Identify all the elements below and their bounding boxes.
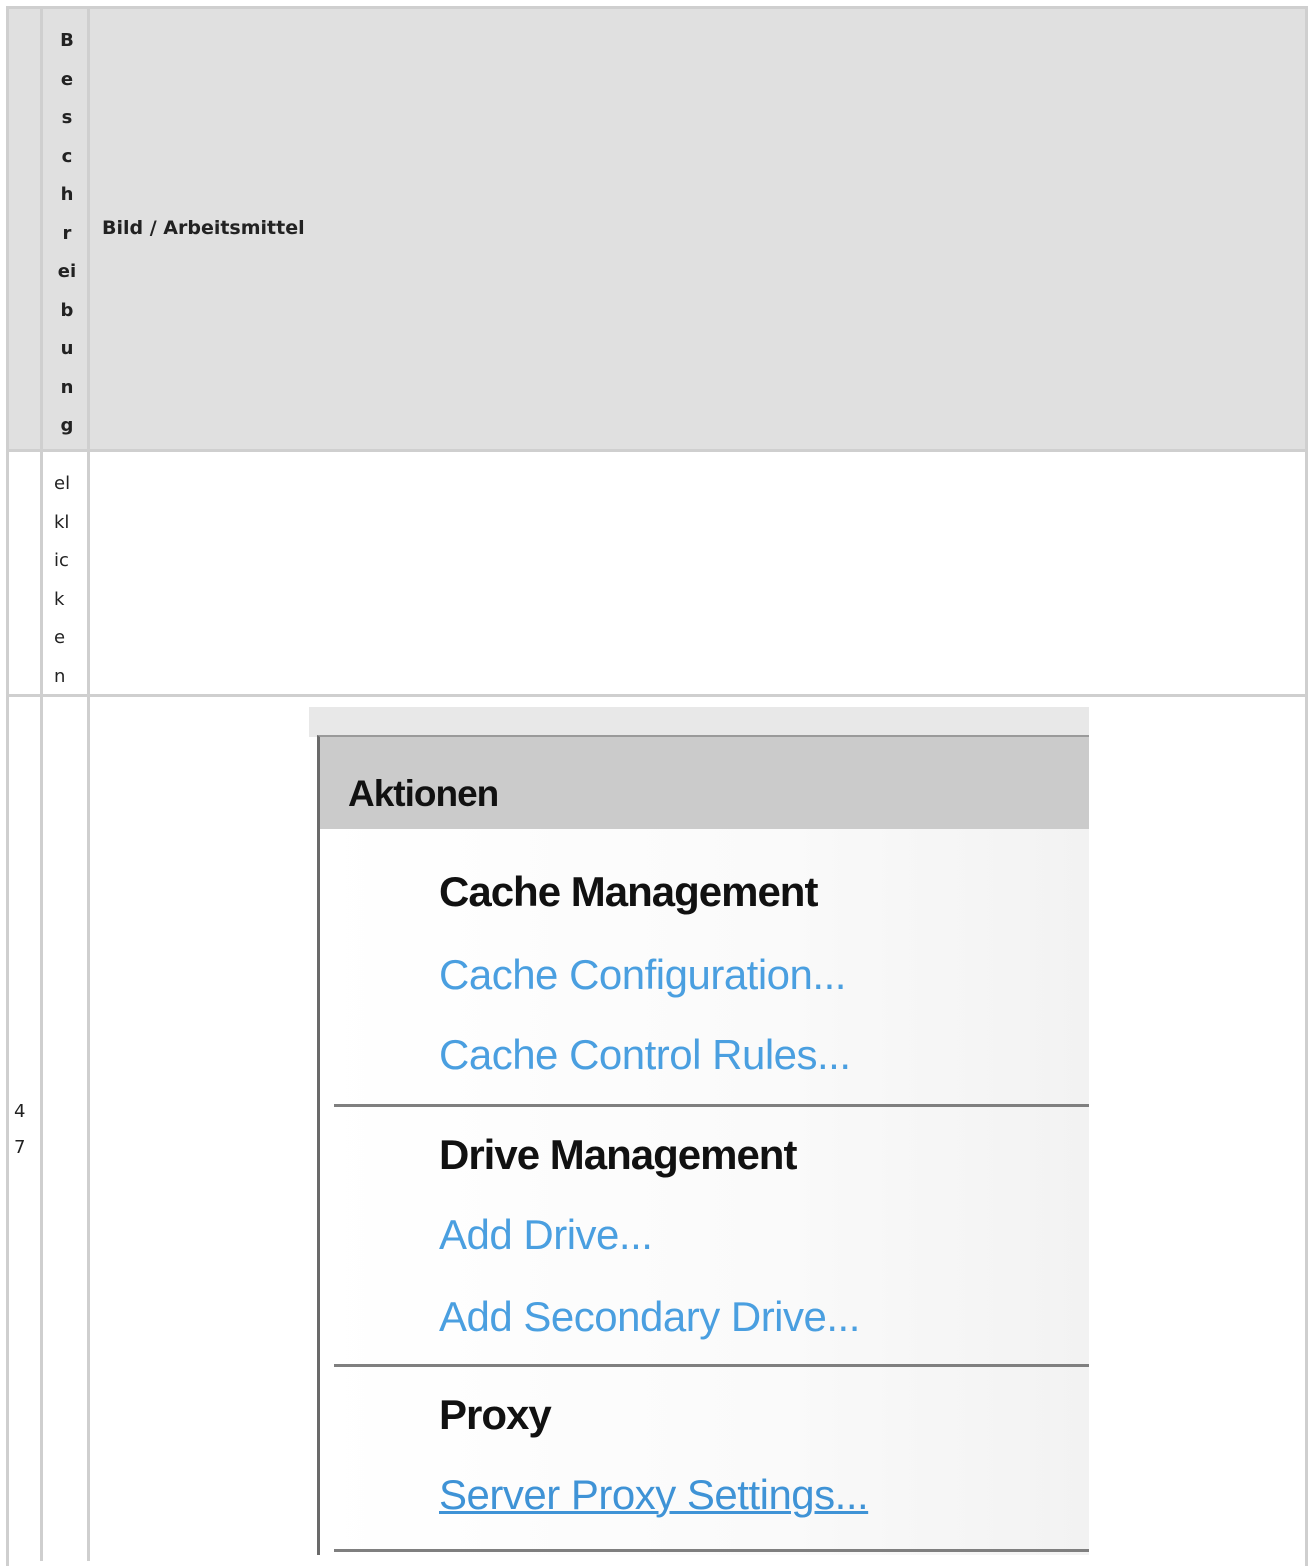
row-divider xyxy=(6,449,1308,452)
section-title-cache-management: Cache Management xyxy=(439,868,818,915)
header-letter: g xyxy=(60,415,74,436)
column-divider xyxy=(40,6,43,1561)
description-fragment: e xyxy=(54,627,66,648)
section-title-proxy: Proxy xyxy=(439,1391,552,1438)
description-fragment: el xyxy=(54,473,71,494)
section-divider xyxy=(334,1364,1089,1367)
header-description: B e s c h r ei b u n g xyxy=(46,22,88,446)
row-number-digit: 7 xyxy=(14,1137,26,1158)
actions-pane-screenshot: Aktionen Cache Management Cache Configur… xyxy=(309,707,1089,1555)
row-description: el kl ic k e n xyxy=(46,465,88,696)
header-letter: n xyxy=(60,376,74,398)
section-title-drive-management: Drive Management xyxy=(439,1131,797,1178)
section-divider xyxy=(334,1549,1089,1552)
description-fragment: kl xyxy=(54,511,70,533)
row-divider xyxy=(6,694,1308,697)
actions-pane-header: Aktionen xyxy=(320,737,1089,829)
header-letter: b xyxy=(60,299,74,321)
header-letter: s xyxy=(61,107,73,128)
description-fragment: k xyxy=(54,588,65,610)
link-add-secondary-drive[interactable]: Add Secondary Drive... xyxy=(439,1293,860,1341)
header-letter: e xyxy=(60,68,74,90)
pane-top-bar xyxy=(309,707,1089,737)
description-fragment: n xyxy=(54,665,66,687)
header-letter: u xyxy=(60,338,74,359)
header-letter: h xyxy=(60,184,74,205)
description-fragment: ic xyxy=(54,550,69,571)
row-number: 4 7 xyxy=(14,1094,25,1166)
link-cache-control-rules[interactable]: Cache Control Rules... xyxy=(439,1031,851,1079)
header-image-title: Bild / Arbeitsmittel xyxy=(102,217,305,239)
link-server-proxy-settings[interactable]: Server Proxy Settings... xyxy=(439,1471,869,1519)
header-letter: ei xyxy=(57,261,77,282)
header-letter: r xyxy=(62,222,72,244)
actions-pane: Aktionen Cache Management Cache Configur… xyxy=(317,735,1089,1555)
actions-pane-title: Aktionen xyxy=(348,773,499,814)
header-letter: B xyxy=(60,30,74,51)
link-cache-configuration[interactable]: Cache Configuration... xyxy=(439,951,846,999)
header-letter: c xyxy=(61,145,73,167)
link-add-drive[interactable]: Add Drive... xyxy=(439,1211,653,1259)
section-divider xyxy=(334,1104,1089,1107)
row-number-digit: 4 xyxy=(14,1101,26,1122)
